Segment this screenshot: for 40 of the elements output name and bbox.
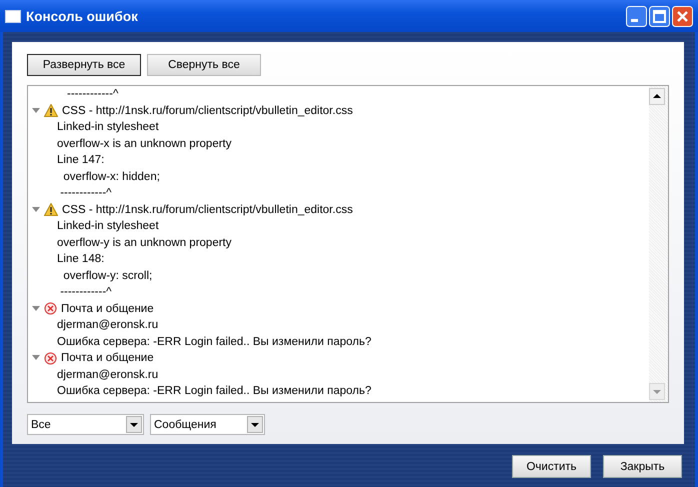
message-line: ------------^ bbox=[66, 87, 120, 102]
expand-arrow-icon[interactable] bbox=[32, 306, 40, 312]
minimize-button[interactable] bbox=[626, 6, 647, 26]
scrollbar[interactable] bbox=[649, 86, 668, 402]
message-line: overflow-y is an unknown property bbox=[56, 236, 232, 250]
message-line: Line 148: bbox=[56, 252, 106, 267]
message-line: ------------^ bbox=[59, 186, 113, 201]
filter-dropdown[interactable]: Сообщения bbox=[150, 414, 265, 435]
message-line: djerman@eronsk.ru bbox=[56, 368, 160, 382]
close-button[interactable] bbox=[672, 6, 693, 26]
toolbar-button[interactable]: Свернуть все bbox=[147, 54, 261, 76]
maximize-button[interactable] bbox=[649, 6, 670, 26]
warning-icon bbox=[44, 104, 58, 118]
expand-arrow-icon[interactable] bbox=[32, 108, 40, 114]
scroll-up-button[interactable] bbox=[649, 88, 665, 105]
message-line: Linked-in stylesheet bbox=[56, 120, 160, 135]
error-icon bbox=[44, 352, 57, 365]
message-line: overflow-x is an unknown property bbox=[56, 136, 232, 152]
message-line: Ошибка сервера: -ERR Login failed.. Вы изменили пароль? bbox=[56, 334, 372, 350]
dialog-button[interactable]: Закрыть bbox=[603, 455, 682, 478]
window-icon bbox=[5, 10, 21, 22]
message-line: djerman@eronsk.ru bbox=[56, 318, 160, 333]
error-icon bbox=[44, 302, 57, 316]
message-line: overflow-x: hidden; bbox=[62, 170, 161, 184]
message-line: Line 147: bbox=[56, 153, 106, 168]
expand-arrow-icon[interactable] bbox=[32, 206, 40, 213]
window-title: Консоль ошибок bbox=[26, 8, 139, 24]
toolbar-button[interactable]: Развернуть все bbox=[27, 54, 141, 76]
message-title: Почта и общение bbox=[61, 351, 154, 366]
message-title: CSS - http://1nsk.ru/forum/clientscript/vbulletin_editor.css bbox=[62, 104, 353, 118]
message-line: overflow-y: scroll; bbox=[62, 268, 154, 284]
filter-dropdown[interactable]: Все bbox=[27, 414, 144, 435]
message-title: Почта и общение bbox=[61, 302, 154, 316]
message-line: ------------^ bbox=[59, 285, 113, 300]
expand-arrow-icon[interactable] bbox=[32, 355, 40, 362]
message-line: Ошибка сервера: -ERR Login failed.. Вы изменили пароль? bbox=[56, 384, 372, 399]
dialog-button[interactable]: Очистить bbox=[512, 455, 591, 478]
message-title: CSS - http://1nsk.ru/forum/clientscript/vbulletin_editor.css bbox=[62, 202, 353, 218]
warning-icon bbox=[44, 203, 58, 216]
message-line: Linked-in stylesheet bbox=[56, 219, 160, 234]
